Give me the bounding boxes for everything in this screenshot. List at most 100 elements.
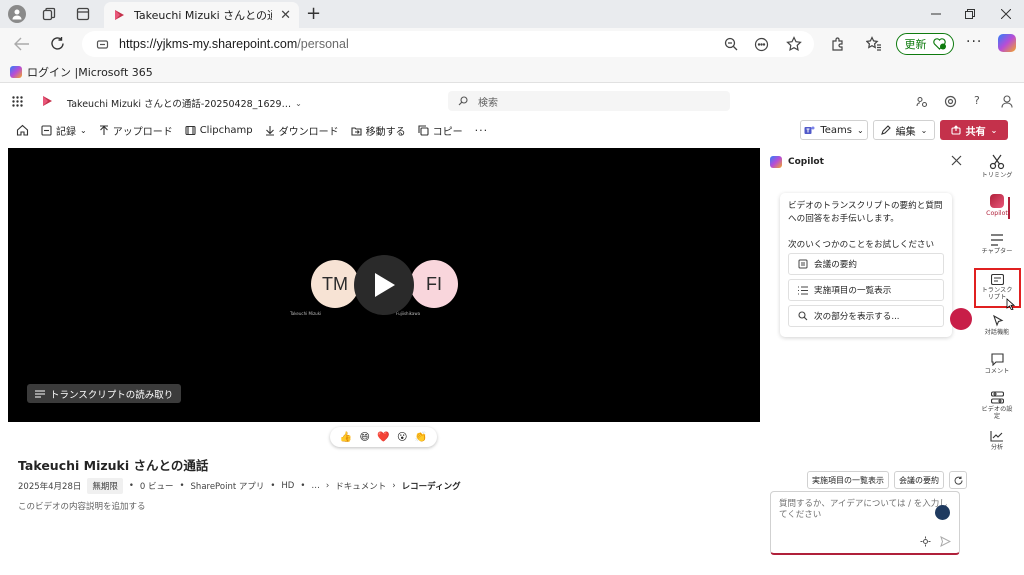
record-icon: [41, 124, 52, 136]
video-title: Takeuchi Mizuki さんとの通話: [18, 458, 209, 473]
play-button[interactable]: [354, 255, 414, 315]
analytics-icon: [990, 431, 1003, 442]
suggestion-summary[interactable]: 会議の要約: [788, 253, 944, 275]
expiry-badge[interactable]: 無期限: [87, 478, 123, 494]
restore-icon[interactable]: [960, 4, 980, 24]
copilot-prompt-input[interactable]: 質問するか、アイデアについては / を入力してください: [770, 491, 960, 555]
favorite-m365-link[interactable]: ログイン |Microsoft 365: [27, 64, 153, 80]
video-settings-icon: [990, 391, 1004, 404]
rail-comments-label: コメント: [984, 368, 1010, 375]
record-button[interactable]: 記録 ⌄: [41, 123, 87, 138]
tab-active[interactable]: Takeuchi Mizuki さんとの通話-2025 ✕: [104, 2, 299, 28]
move-icon: [351, 126, 362, 136]
update-label: 更新: [904, 38, 927, 51]
close-tab-icon[interactable]: ✕: [280, 8, 291, 23]
favorites-collection-icon[interactable]: [866, 36, 882, 52]
copy-icon: [418, 124, 429, 136]
close-window-icon[interactable]: [996, 4, 1016, 24]
lines-icon: [35, 390, 45, 397]
extensions-icon[interactable]: [830, 36, 846, 52]
breadcrumb-more[interactable]: …: [311, 481, 320, 491]
meta-row: 2025年4月28日 無期限 • 0 ビュー • SharePoint アプリ …: [18, 478, 461, 494]
attach-icon[interactable]: [920, 536, 931, 547]
meta-app: SharePoint アプリ: [190, 482, 265, 492]
meta-quality: HD: [281, 481, 295, 491]
back-icon[interactable]: [14, 37, 30, 51]
prompt-chips: 実施項目の一覧表示 会議の要約: [807, 471, 967, 489]
minimize-icon[interactable]: [926, 4, 946, 24]
copy-button[interactable]: コピー: [418, 123, 463, 138]
suggestion-action-items[interactable]: 実施項目の一覧表示: [788, 279, 944, 301]
more-commands-icon[interactable]: ···: [475, 124, 489, 137]
update-button[interactable]: 更新: [896, 33, 954, 55]
reaction-clap[interactable]: 👏: [415, 432, 427, 443]
workspaces-icon[interactable]: [42, 7, 56, 21]
profile-icon[interactable]: [8, 5, 26, 23]
reaction-like[interactable]: 👍: [340, 432, 352, 443]
help-icon[interactable]: ?: [974, 94, 980, 107]
read-aloud-icon[interactable]: [754, 37, 769, 52]
teams-button[interactable]: Teams ⌄: [800, 120, 868, 140]
zoom-icon[interactable]: [724, 37, 738, 51]
favorite-star-icon[interactable]: [786, 36, 802, 52]
site-info-icon[interactable]: [96, 38, 109, 51]
scissors-icon: [989, 154, 1005, 170]
account-icon[interactable]: [1001, 95, 1013, 108]
people-settings-icon[interactable]: [916, 96, 928, 108]
new-tab-icon[interactable]: +: [306, 3, 321, 24]
rail-video-settings[interactable]: ビデオの設定: [972, 391, 1022, 420]
settings-icon[interactable]: [944, 95, 957, 108]
rail-chapters[interactable]: チャプター: [972, 234, 1022, 255]
suggestion-show-part[interactable]: 次の部分を表示する...: [788, 305, 944, 327]
search-box[interactable]: 検索: [448, 91, 730, 111]
move-button[interactable]: 移動する: [351, 123, 406, 138]
rail-comments[interactable]: コメント: [972, 353, 1022, 375]
breadcrumb-recordings[interactable]: レコーディング: [402, 480, 461, 492]
clipchamp-button[interactable]: Clipchamp: [185, 125, 253, 136]
reaction-laugh[interactable]: 😄: [359, 432, 369, 443]
reaction-heart[interactable]: ❤️: [377, 432, 389, 443]
copilot-browser-icon[interactable]: [998, 34, 1016, 52]
breadcrumb-documents[interactable]: ドキュメント: [335, 480, 386, 492]
chip-action-items[interactable]: 実施項目の一覧表示: [807, 471, 889, 489]
chip-summary[interactable]: 会議の要約: [894, 471, 944, 489]
send-icon[interactable]: [940, 536, 951, 547]
file-title[interactable]: Takeuchi Mizuki さんとの通話-20250428_1629… ⌄: [67, 96, 302, 111]
copilot-header: Copilot: [770, 156, 824, 168]
share-button[interactable]: 共有 ⌄: [940, 120, 1008, 140]
teams-chevron-icon: ⌄: [856, 125, 864, 135]
close-panel-icon[interactable]: [951, 155, 962, 166]
summary-icon: [798, 259, 808, 269]
description-field[interactable]: このビデオの内容説明を追加する: [18, 500, 146, 512]
copilot-rail-icon: [990, 194, 1004, 208]
upload-label: アップロード: [112, 126, 173, 138]
edit-chevron-icon: ⌄: [920, 125, 928, 135]
rail-analytics[interactable]: 分析: [972, 430, 1022, 451]
app-launcher-icon[interactable]: [12, 96, 23, 107]
rail-chapters-label: チャプター: [981, 248, 1013, 255]
download-icon: [265, 125, 274, 136]
rail-interactive-label: 対話機能: [984, 329, 1010, 336]
rail-video-settings-label: ビデオの設定: [981, 406, 1013, 420]
download-button[interactable]: ダウンロード: [265, 123, 339, 138]
refresh-chips-icon[interactable]: [949, 471, 967, 489]
rail-interactive[interactable]: 対話機能: [972, 314, 1022, 336]
home-button[interactable]: [16, 124, 29, 136]
edit-button[interactable]: 編集 ⌄: [873, 120, 935, 140]
url-path: /personal: [297, 37, 349, 51]
tab-actions-icon[interactable]: [76, 7, 90, 21]
rail-copilot[interactable]: Copilot: [972, 194, 1022, 217]
participant2-name: Fujiishikawa: [396, 311, 421, 316]
address-bar[interactable]: https://yjkms-my.sharepoint.com/personal: [82, 31, 814, 57]
grammar-assistant-icon[interactable]: [935, 505, 950, 520]
rail-trim[interactable]: トリミング: [972, 154, 1022, 179]
upload-button[interactable]: アップロード: [99, 123, 173, 138]
refresh-icon[interactable]: [50, 36, 65, 51]
browser-menu-icon[interactable]: ···: [966, 34, 982, 50]
reaction-surprised[interactable]: 😮: [397, 432, 407, 443]
prompt-placeholder: 質問するか、アイデアについては / を入力してください: [779, 499, 948, 520]
read-transcript-button[interactable]: トランスクリプトの読み取り: [27, 384, 182, 403]
list-icon: [798, 286, 808, 294]
read-transcript-label: トランスクリプトの読み取り: [50, 389, 174, 401]
share-label: 共有: [965, 126, 986, 138]
